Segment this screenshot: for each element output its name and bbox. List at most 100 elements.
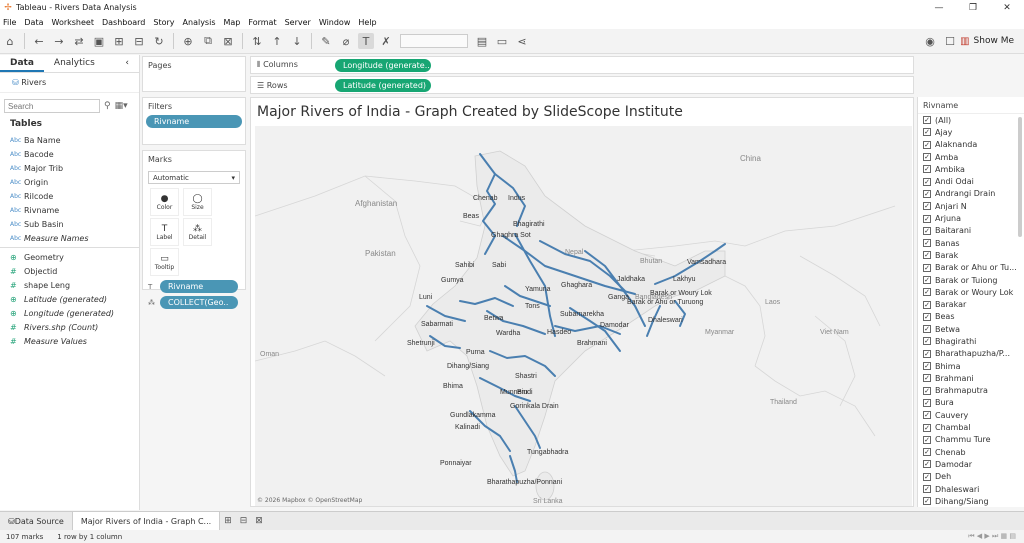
checkbox-icon[interactable]: ✓	[923, 153, 931, 162]
rows-pill-latitude[interactable]: Latitude (generated)	[335, 78, 431, 92]
checkbox-icon[interactable]: ✓	[923, 251, 931, 260]
fix-axes-icon[interactable]: ✗	[378, 33, 394, 49]
field-item[interactable]: Abc Major Trib	[0, 161, 139, 175]
menu-worksheet[interactable]: Worksheet	[52, 18, 94, 27]
checkbox-icon[interactable]: ✓	[923, 325, 931, 334]
field-item[interactable]: ⊕ Longitude (generated)	[0, 306, 139, 320]
menu-dashboard[interactable]: Dashboard	[102, 18, 145, 27]
field-item[interactable]: # Objectid	[0, 264, 139, 278]
checkbox-icon[interactable]: ✓	[923, 263, 931, 272]
legend-scrollbar[interactable]	[1018, 117, 1022, 237]
checkbox-icon[interactable]: ✓	[923, 485, 931, 494]
legend-item[interactable]: ✓ Andrangi Drain	[918, 188, 1024, 200]
tab-datasource[interactable]: ⛁ Data Source	[0, 512, 72, 531]
checkbox-icon[interactable]: ✓	[923, 226, 931, 235]
mark-field-pill[interactable]: Rivname	[160, 280, 238, 293]
menu-map[interactable]: Map	[224, 18, 241, 27]
field-item[interactable]: # Rivers.shp (Count)	[0, 320, 139, 334]
close-button[interactable]: ✕	[990, 3, 1024, 13]
tab-analytics[interactable]: Analytics	[44, 55, 105, 72]
legend-item[interactable]: ✓ Andi Odai	[918, 175, 1024, 187]
sort-descending-icon[interactable]: ↓	[289, 33, 305, 49]
field-item[interactable]: # Measure Values	[0, 334, 139, 348]
checkbox-icon[interactable]: ✓	[923, 472, 931, 481]
checkbox-icon[interactable]: ✓	[923, 337, 931, 346]
field-item[interactable]: Abc Rivname	[0, 203, 139, 217]
columns-shelf[interactable]: ⦀ Columns Longitude (generate..	[250, 56, 914, 74]
menu-story[interactable]: Story	[153, 18, 174, 27]
field-item[interactable]: ⊕ Geometry	[0, 250, 139, 264]
checkbox-icon[interactable]: ✓	[923, 362, 931, 371]
checkbox-icon[interactable]: ✓	[923, 140, 931, 149]
filter-icon[interactable]: ⚲	[104, 101, 111, 111]
menu-file[interactable]: File	[3, 18, 16, 27]
checkbox-icon[interactable]: ✓	[923, 177, 931, 186]
checkbox-icon[interactable]: ✓	[923, 460, 931, 469]
legend-item[interactable]: ✓ Bhima	[918, 360, 1024, 372]
legend-item[interactable]: ✓ Amba	[918, 151, 1024, 163]
checkbox-icon[interactable]: ✓	[923, 165, 931, 174]
legend-item[interactable]: ✓ Deh	[918, 471, 1024, 483]
map-view[interactable]: Afghanistan China Pakistan Nepal Bhutan …	[254, 126, 912, 506]
legend-item[interactable]: ✓ Banas	[918, 237, 1024, 249]
legend-item[interactable]: ✓ Cauvery	[918, 409, 1024, 421]
legend-item[interactable]: ✓ Barak or Woury Lok	[918, 286, 1024, 298]
field-item[interactable]: Abc Sub Basin	[0, 217, 139, 231]
legend-item[interactable]: ✓ Dhaleswari	[918, 483, 1024, 495]
field-item[interactable]: Abc Rilcode	[0, 189, 139, 203]
mark-color-button[interactable]: ● Color	[150, 188, 179, 216]
map-svg[interactable]: Afghanistan China Pakistan Nepal Bhutan …	[254, 126, 912, 506]
legend-item[interactable]: ✓ Barakar	[918, 298, 1024, 310]
legend-item[interactable]: ✓ Brahmaputra	[918, 385, 1024, 397]
legend-item[interactable]: ✓ Ajay	[918, 126, 1024, 138]
checkbox-icon[interactable]: ✓	[923, 312, 931, 321]
checkbox-icon[interactable]: ✓	[923, 386, 931, 395]
share-icon[interactable]: ⋖	[514, 33, 530, 49]
legend-item[interactable]: ✓ Barak or Tuiong	[918, 274, 1024, 286]
legend-item[interactable]: ✓ Chambal	[918, 421, 1024, 433]
search-input[interactable]	[4, 99, 100, 113]
clear-sheet-icon[interactable]: ⊠	[220, 33, 236, 49]
checkbox-icon[interactable]: ✓	[923, 128, 931, 137]
undo-icon[interactable]: ←	[31, 33, 47, 49]
checkbox-icon[interactable]: ✓	[923, 116, 931, 125]
field-item[interactable]: # shape Leng	[0, 278, 139, 292]
replay-icon[interactable]: ⇄	[71, 33, 87, 49]
legend-item[interactable]: ✓ Baitarani	[918, 225, 1024, 237]
legend-item[interactable]: ✓ Chammu Ture	[918, 434, 1024, 446]
menu-analysis[interactable]: Analysis	[183, 18, 216, 27]
new-dashboard-icon[interactable]: ⊟	[236, 516, 252, 526]
legend-item[interactable]: ✓ Betwa	[918, 323, 1024, 335]
legend-item[interactable]: ✓ Arjuna	[918, 212, 1024, 224]
checkbox-icon[interactable]: ✓	[923, 398, 931, 407]
datasource-item[interactable]: ⛁ Rivers	[0, 73, 139, 93]
legend-item[interactable]: ✓ Brahmani	[918, 372, 1024, 384]
legend-item[interactable]: ✓ Ambika	[918, 163, 1024, 175]
checkbox-icon[interactable]: ✓	[923, 411, 931, 420]
legend-item[interactable]: ✓ Beas	[918, 311, 1024, 323]
menu-data[interactable]: Data	[24, 18, 43, 27]
new-worksheet-icon[interactable]: ⊕	[180, 33, 196, 49]
menu-window[interactable]: Window	[319, 18, 351, 27]
checkbox-icon[interactable]: ✓	[923, 349, 931, 358]
legend-item[interactable]: ✓ Bura	[918, 397, 1024, 409]
checkbox-icon[interactable]: ✓	[923, 288, 931, 297]
legend-item[interactable]: ✓ Alaknanda	[918, 139, 1024, 151]
show-me-button[interactable]: ◉ ☐ ▥ Show Me	[920, 33, 1014, 49]
menu-server[interactable]: Server	[285, 18, 311, 27]
refresh-icon[interactable]: ↻	[151, 33, 167, 49]
tab-sheet[interactable]: Major Rivers of India - Graph C...	[71, 511, 221, 531]
legend-item[interactable]: ✓ Barak	[918, 249, 1024, 261]
columns-pill-longitude[interactable]: Longitude (generate..	[335, 58, 431, 72]
checkbox-icon[interactable]: ✓	[923, 374, 931, 383]
duplicate-icon[interactable]: ⧉	[200, 33, 216, 49]
field-item[interactable]: ⊕ Latitude (generated)	[0, 292, 139, 306]
legend-item[interactable]: ✓ Dihang/Siang	[918, 495, 1024, 507]
mark-type-dropdown[interactable]: Automatic ▾	[148, 171, 240, 184]
sheet-nav-icons[interactable]: ⏮ ◀ ▶ ⏭ ▦ ▤	[968, 532, 1016, 541]
menu-help[interactable]: Help	[358, 18, 376, 27]
comment-icon[interactable]: ☐	[942, 33, 958, 49]
group-icon[interactable]: ⌀	[338, 33, 354, 49]
download-icon[interactable]: ◉	[922, 33, 938, 49]
checkbox-icon[interactable]: ✓	[923, 239, 931, 248]
